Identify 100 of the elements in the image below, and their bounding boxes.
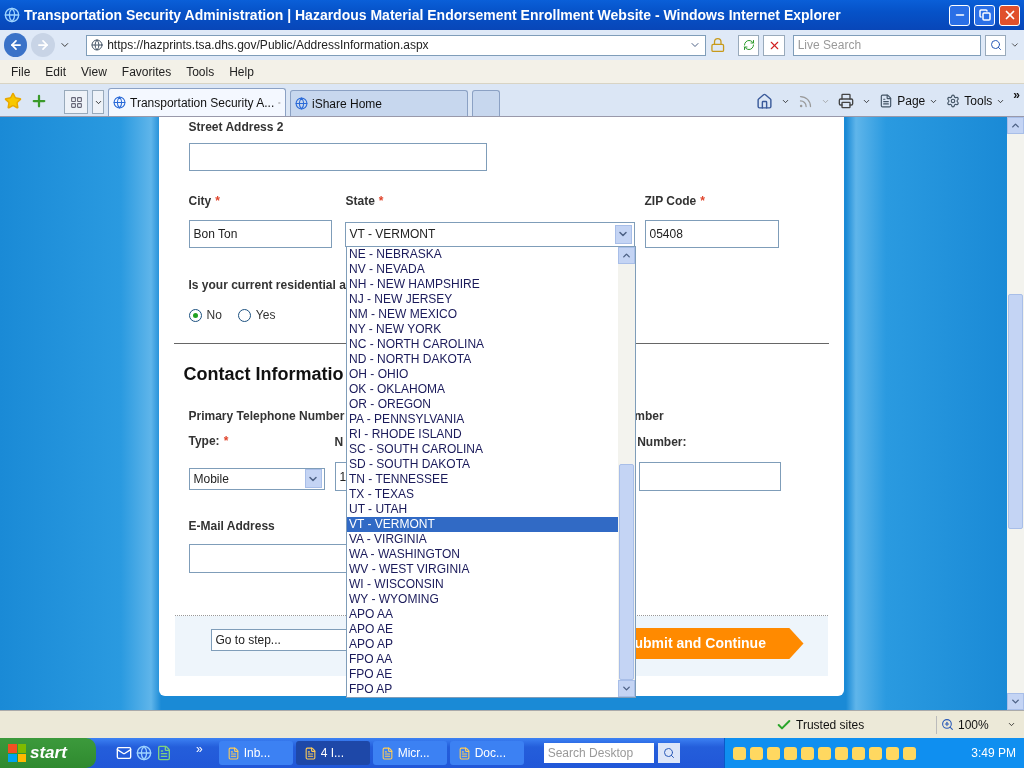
dropdown-option[interactable]: VT - VERMONT [347,517,618,532]
browser-tab[interactable]: Transportation Security A... [108,88,286,116]
scroll-down-button[interactable] [1007,693,1024,710]
quick-tabs-button[interactable] [64,90,88,114]
address-field[interactable]: https://hazprints.tsa.dhs.gov/Public/AddressInformation.aspx [86,34,707,56]
tray-icon[interactable] [818,746,831,760]
feeds-icon[interactable] [798,93,814,109]
quick-launch-overflow[interactable]: » [196,740,203,758]
tray-icon[interactable] [801,746,814,760]
dropdown-option[interactable]: TX - TEXAS [347,487,618,502]
dropdown-option[interactable]: UT - UTAH [347,502,618,517]
dropdown-option[interactable]: OR - OREGON [347,397,618,412]
spreadsheet-quick-launch-icon[interactable] [156,745,172,761]
tray-icon[interactable] [852,746,865,760]
scroll-thumb[interactable] [1008,294,1023,529]
desktop-search-button[interactable] [657,743,680,763]
taskbar-button[interactable]: 4 I... [295,741,370,765]
tray-icon[interactable] [750,746,763,760]
new-tab-button[interactable] [472,90,500,116]
browser-tab[interactable]: iShare Home [290,90,468,116]
dropdown-option[interactable]: FPO AP [347,682,618,697]
stop-button[interactable] [763,34,785,56]
back-button[interactable] [4,33,28,57]
dropdown-option[interactable]: SD - SOUTH DAKOTA [347,457,618,472]
dropdown-option[interactable]: APO AA [347,607,618,622]
tray-icon[interactable] [903,746,916,760]
dropdown-option[interactable]: NH - NEW HAMPSHIRE [347,277,618,292]
tab-list-button[interactable] [92,90,104,114]
radio-button[interactable] [237,308,251,322]
dropdown-option[interactable]: OK - OKLAHOMA [347,382,618,397]
tray-icon[interactable] [835,746,848,760]
dropdown-option[interactable]: RI - RHODE ISLAND [347,427,618,442]
page-menu-button[interactable]: Page [879,92,939,110]
scroll-up-button[interactable] [1007,117,1024,134]
menu-item[interactable]: Help [222,62,261,81]
secondary-number-field[interactable] [638,462,781,491]
add-favorite-icon[interactable] [30,92,48,110]
menu-item[interactable]: File [4,62,38,81]
dropdown-option[interactable]: TN - TENNESSEE [347,472,618,487]
minimize-button[interactable] [949,4,970,26]
favorites-star-icon[interactable] [4,92,22,110]
menu-item[interactable]: View [74,62,114,81]
email-quick-launch-icon[interactable] [116,745,132,761]
search-button[interactable] [984,34,1007,56]
dropdown-option[interactable]: NY - NEW YORK [347,322,618,337]
taskbar-button[interactable]: Micr... [372,741,447,765]
list-scrollbar[interactable] [618,247,635,697]
tools-menu-button[interactable]: Tools [946,92,1006,110]
desktop-search-field[interactable]: Search Desktop [543,743,654,763]
tray-icon[interactable] [869,746,882,760]
close-button[interactable] [999,4,1020,26]
scroll-thumb[interactable] [619,464,634,680]
dropdown-option[interactable]: WI - WISCONSIN [347,577,618,592]
dropdown-option[interactable]: WA - WASHINGTON [347,547,618,562]
taskbar-button[interactable]: Inb... [218,741,293,765]
menu-item[interactable]: Tools [179,62,222,81]
grid-icon [69,95,83,109]
tray-icon[interactable] [886,746,899,760]
dropdown-option[interactable]: VA - VIRGINIA [347,532,618,547]
zip-code-field[interactable]: 05408 [644,220,779,248]
phone-type-select[interactable]: Mobile [188,467,325,490]
dropdown-option[interactable]: SC - SOUTH CAROLINA [347,442,618,457]
scroll-down-button[interactable] [618,680,635,697]
tray-icon[interactable] [733,746,746,760]
dropdown-option[interactable]: NJ - NEW JERSEY [347,292,618,307]
refresh-button[interactable] [737,34,760,56]
dropdown-option[interactable]: NC - NORTH CAROLINA [347,337,618,352]
dropdown-option[interactable]: ND - NORTH DAKOTA [347,352,618,367]
dropdown-option[interactable]: WY - WYOMING [347,592,618,607]
search-field[interactable]: Live Search [792,34,981,56]
menu-item[interactable]: Edit [38,62,74,81]
zoom-button[interactable]: 100% [936,715,1024,734]
scroll-up-button[interactable] [618,247,635,264]
dropdown-option[interactable]: WV - WEST VIRGINIA [347,562,618,577]
city-field[interactable]: Bon Ton [188,220,332,248]
page-scrollbar[interactable] [1007,117,1024,710]
field-label: N [334,434,344,451]
dropdown-option[interactable]: FPO AA [347,652,618,667]
street-address-2-field[interactable] [188,143,487,171]
search-options-caret-icon[interactable] [1010,40,1020,50]
tray-icon[interactable] [784,746,797,760]
home-icon[interactable] [756,92,774,110]
url-text: https://hazprints.tsa.dhs.gov/Public/AddressInformation.aspx [107,37,430,54]
print-icon[interactable] [838,93,855,109]
browser-quick-launch-icon[interactable] [136,745,152,761]
toolbar-overflow[interactable]: » [1013,86,1020,104]
start-button[interactable]: start [0,738,96,768]
dropdown-option[interactable]: NE - NEBRASKA [347,247,618,262]
menu-item[interactable]: Favorites [114,62,179,81]
tray-icon[interactable] [767,746,780,760]
dropdown-option[interactable]: NM - NEW MEXICO [347,307,618,322]
lock-icon[interactable] [710,37,726,53]
section-heading: Contact Informatio [183,364,344,384]
dropdown-option[interactable]: PA - PENNSYLVANIA [347,412,618,427]
restore-button[interactable] [974,4,995,26]
taskbar-button[interactable]: Doc... [449,741,524,765]
radio-button[interactable] [188,308,202,322]
dropdown-option[interactable]: NV - NEVADA [347,262,618,277]
dropdown-option[interactable]: OH - OHIO [347,367,618,382]
dropdown-option[interactable]: FPO AE [347,667,618,682]
